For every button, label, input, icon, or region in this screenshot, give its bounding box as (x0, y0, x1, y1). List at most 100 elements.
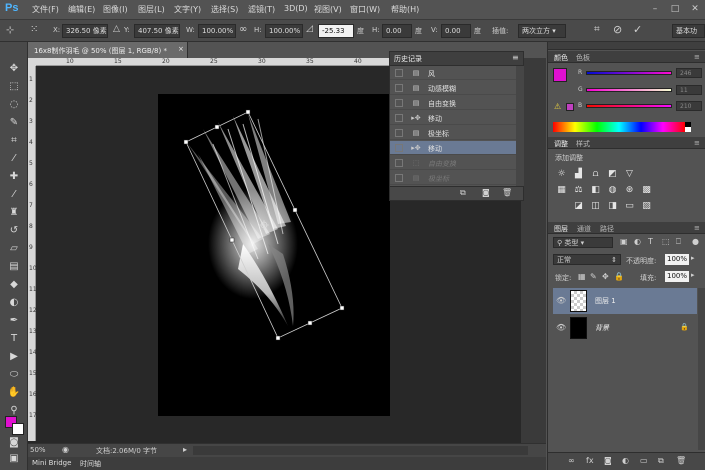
marquee-tool-icon[interactable]: ⬚ (6, 80, 22, 94)
interpolation-select[interactable]: 两次立方 ▾ (518, 24, 566, 38)
history-checkbox[interactable] (395, 144, 403, 152)
tab-channels[interactable]: 通道 (577, 224, 591, 234)
posterize-icon[interactable]: ◫ (590, 201, 601, 211)
maximize-icon[interactable]: □ (668, 2, 682, 16)
type-tool-icon[interactable]: T (6, 332, 22, 346)
gradient-map-icon[interactable]: ▭ (624, 201, 635, 211)
selective-color-icon[interactable]: ▧ (641, 201, 652, 211)
clone-stamp-icon[interactable]: ♜ (6, 206, 22, 220)
menu-help[interactable]: 帮助(H) (391, 4, 419, 15)
levels-icon[interactable]: ▟ (573, 169, 584, 179)
blur-tool-icon[interactable]: ◆ (6, 278, 22, 292)
color-balance-icon[interactable]: ⚖ (573, 185, 584, 195)
x-field[interactable]: 326.50 像素 (62, 24, 108, 38)
crop-tool-icon[interactable]: ⌗ (6, 134, 22, 148)
lock-position-icon[interactable]: ✥ (602, 272, 609, 281)
lock-pixels-icon[interactable]: ✎ (590, 272, 597, 281)
vskew-field[interactable]: 0.00 (441, 24, 471, 38)
tab-styles[interactable]: 样式 (576, 139, 590, 149)
shape-tool-icon[interactable]: ⬭ (6, 368, 22, 382)
transform-handle[interactable] (183, 139, 189, 145)
zoom-level[interactable]: 50% (30, 446, 46, 454)
menu-layer[interactable]: 图层(L) (138, 4, 165, 15)
brightness-contrast-icon[interactable]: ☼ (556, 169, 567, 179)
background-color-swatch[interactable] (12, 423, 24, 435)
menu-view[interactable]: 视图(V) (314, 4, 342, 15)
channel-mixer-icon[interactable]: ⊛ (624, 185, 635, 195)
tab-adjustments[interactable]: 调整 (554, 139, 568, 149)
gamut-warning-icon[interactable]: ⚠ (554, 102, 561, 111)
menu-edit[interactable]: 编辑(E) (68, 4, 95, 15)
minimize-icon[interactable]: – (648, 2, 662, 16)
commit-transform-icon[interactable]: ✓ (633, 23, 642, 36)
dodge-tool-icon[interactable]: ◐ (6, 296, 22, 310)
menu-file[interactable]: 文件(F) (32, 4, 59, 15)
layer-mask-icon[interactable]: ◙ (604, 456, 612, 465)
menu-filter[interactable]: 滤镜(T) (248, 4, 275, 15)
black-white-icon[interactable]: ◧ (590, 185, 601, 195)
menu-image[interactable]: 图像(I) (103, 4, 128, 15)
filter-type-icon[interactable]: T (648, 237, 653, 246)
opacity-field[interactable]: 100% (665, 254, 689, 265)
filter-toggle-icon[interactable]: ● (692, 237, 699, 246)
path-select-icon[interactable]: ▶ (6, 350, 22, 364)
r-value[interactable]: 246 (676, 68, 702, 78)
layer-row-selected[interactable]: 👁 图层 1 (553, 288, 697, 314)
transform-handle[interactable] (292, 207, 298, 213)
timeline-tab[interactable]: 时间轴 (80, 459, 101, 469)
exposure-icon[interactable]: ◩ (607, 169, 618, 179)
transform-handle[interactable] (275, 335, 281, 341)
quick-mask-icon[interactable]: ◙ (6, 436, 22, 450)
history-panel-title[interactable]: 历史记录 (394, 54, 422, 64)
panel-collapse-bar[interactable] (548, 42, 705, 50)
photo-filter-icon[interactable]: ◍ (607, 185, 618, 195)
cancel-transform-icon[interactable]: ⊘ (613, 23, 622, 36)
color-lookup-icon[interactable]: ▩ (641, 185, 652, 195)
invert-icon[interactable]: ◪ (573, 201, 584, 211)
filter-pixel-icon[interactable]: ▣ (620, 237, 628, 246)
history-checkbox[interactable] (395, 174, 403, 182)
g-slider[interactable] (586, 88, 672, 92)
history-item[interactable]: ▤ 风 (390, 66, 516, 80)
y-field[interactable]: 407.50 像素 (134, 24, 180, 38)
menu-type[interactable]: 文字(Y) (174, 4, 201, 15)
warp-icon[interactable]: ⌗ (594, 24, 600, 35)
vertical-scrollbar[interactable] (521, 58, 546, 443)
move-tool-icon[interactable]: ✥ (6, 62, 22, 76)
history-item[interactable]: ⬚ 自由变换 (390, 156, 516, 170)
opacity-dropdown-icon[interactable]: ▸ (691, 254, 695, 262)
history-checkbox[interactable] (395, 114, 403, 122)
filter-adjustment-icon[interactable]: ◐ (634, 237, 641, 246)
mini-bridge-tab[interactable]: Mini Bridge (32, 459, 71, 467)
history-item[interactable]: ▸✥ 移动 (390, 111, 516, 125)
document-canvas[interactable] (158, 94, 390, 416)
layer-name[interactable]: 图层 1 (595, 296, 616, 306)
panel-menu-icon[interactable]: ≡ (512, 53, 519, 62)
tab-swatches[interactable]: 色板 (576, 53, 590, 63)
eyedropper-tool-icon[interactable]: ⁄ (6, 152, 22, 166)
close-icon[interactable]: ✕ (688, 2, 702, 16)
menu-select[interactable]: 选择(S) (211, 4, 238, 15)
workspace-select[interactable]: 基本功 (672, 24, 705, 38)
link-icon[interactable]: ∞ (239, 24, 247, 35)
panel-menu-icon[interactable]: ≡ (694, 224, 700, 232)
menu-3d[interactable]: 3D(D) (284, 4, 308, 13)
lock-all-icon[interactable]: 🔒 (614, 272, 624, 281)
history-checkbox[interactable] (395, 84, 403, 92)
b-slider[interactable] (586, 104, 672, 108)
history-item[interactable]: ▤ 动感模糊 (390, 81, 516, 95)
transform-bounding-box[interactable] (183, 109, 345, 341)
history-checkbox[interactable] (395, 99, 403, 107)
fill-dropdown-icon[interactable]: ▸ (691, 271, 695, 279)
g-value[interactable]: 11 (676, 85, 702, 95)
lasso-tool-icon[interactable]: ◌ (6, 98, 22, 112)
filter-smart-object-icon[interactable]: ⎕ (676, 237, 681, 247)
width-field[interactable]: 100.00% (198, 24, 236, 38)
gradient-tool-icon[interactable]: ▤ (6, 260, 22, 274)
history-checkbox[interactable] (395, 159, 403, 167)
history-brush-icon[interactable]: ↺ (6, 224, 22, 238)
layer-filter-select[interactable]: ⚲ 类型 ▾ (553, 237, 613, 248)
color-foreground-swatch[interactable] (553, 68, 567, 82)
horizontal-scrollbar[interactable] (193, 446, 528, 455)
threshold-icon[interactable]: ◨ (607, 201, 618, 211)
